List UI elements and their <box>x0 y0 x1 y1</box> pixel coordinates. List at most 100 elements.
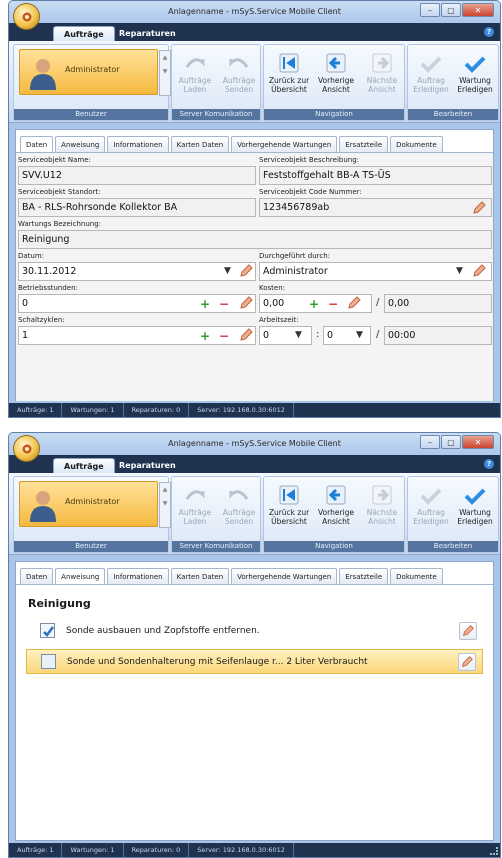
pencil-icon[interactable] <box>471 263 487 279</box>
download-icon <box>185 58 205 68</box>
field-arbeitszeit-minutes[interactable]: 0 <box>323 326 371 345</box>
zurueck-uebersicht-button[interactable]: Zurück zur Übersicht <box>266 49 312 99</box>
tab-daten[interactable]: Daten <box>20 136 54 153</box>
close-button[interactable]: ✕ <box>462 435 494 449</box>
user-selector[interactable]: Administrator ▲ ▼ <box>19 49 171 96</box>
minimize-button[interactable]: – <box>420 435 440 449</box>
status-bar: Aufträge: 1 Wartungen: 1 Reparaturen: 0 … <box>9 403 500 417</box>
app-menu-button[interactable] <box>13 435 40 462</box>
chevron-down-icon[interactable]: ▼ <box>224 266 231 276</box>
app-menu-button[interactable] <box>13 3 40 30</box>
auftrag-erledigen-button[interactable]: Auftrag Erledigen <box>410 49 452 99</box>
tab-vorhergehende-wartungen[interactable]: Vorhergehende Wartungen <box>231 568 338 585</box>
group-server: Aufträge Laden Aufträge Senden Server Komu… <box>171 44 261 121</box>
subtab-bar: Daten Anweisung Informationen Karten Dat… <box>20 136 445 153</box>
vorherige-ansicht-button[interactable]: Vorherige Ansicht <box>314 49 358 99</box>
checklist-item-selected[interactable]: Sonde und Sondenhalterung mit Seifenlaug… <box>26 649 483 674</box>
help-icon[interactable]: ? <box>484 459 494 469</box>
status-wartungen: Wartungen: 1 <box>62 843 124 857</box>
label-serviceobjekt-standort: Serviceobjekt Standort: <box>18 188 101 196</box>
pencil-icon <box>462 656 473 667</box>
field-serviceobjekt-code: 123456789ab <box>259 198 492 217</box>
status-auftraege: Aufträge: 1 <box>9 843 63 857</box>
check-icon <box>464 56 486 73</box>
checklist-heading: Reinigung <box>28 597 91 610</box>
naechste-ansicht-button[interactable]: Nächste Ansicht <box>360 49 404 99</box>
ribbon: Administrator ▲ ▼ Benutzer Aufträge Laden … <box>9 41 500 123</box>
wartung-erledigen-button[interactable]: Wartung Erledigen <box>454 49 496 99</box>
checkbox[interactable] <box>41 654 56 669</box>
plus-icon[interactable]: + <box>200 298 210 310</box>
zurueck-uebersicht-button[interactable]: Zurück zur Übersicht <box>266 481 312 531</box>
tab-anweisung[interactable]: Anweisung <box>55 568 106 585</box>
tab-informationen[interactable]: Informationen <box>107 568 169 585</box>
field-datum[interactable]: 30.11.2012 <box>18 262 256 281</box>
pencil-icon[interactable] <box>346 295 362 311</box>
plus-icon[interactable]: + <box>200 330 210 342</box>
tab-daten[interactable]: Daten <box>20 568 54 585</box>
status-bar: Aufträge: 1 Wartungen: 1 Reparaturen: 0 … <box>9 843 500 857</box>
label-betriebsstunden: Betriebsstunden: <box>18 284 78 292</box>
pencil-icon[interactable] <box>471 200 487 216</box>
user-selector[interactable]: Administrator ▲ ▼ <box>19 481 171 528</box>
auftraege-senden-button[interactable]: Aufträge Senden <box>218 481 260 531</box>
group-label-benutzer: Benutzer <box>14 109 168 120</box>
tab-dokumente[interactable]: Dokumente <box>390 136 443 153</box>
tab-auftraege[interactable]: Aufträge <box>53 26 115 41</box>
checkbox[interactable] <box>40 623 55 638</box>
tab-karten-daten[interactable]: Karten Daten <box>170 136 230 153</box>
back-to-start-icon <box>279 485 299 505</box>
auftraege-laden-button[interactable]: Aufträge Laden <box>174 49 216 99</box>
tab-anweisung[interactable]: Anweisung <box>55 136 106 153</box>
minus-icon[interactable]: − <box>219 330 229 342</box>
auftrag-erledigen-button[interactable]: Auftrag Erledigen <box>410 481 452 531</box>
minus-icon[interactable]: − <box>219 298 229 310</box>
wartung-erledigen-button[interactable]: Wartung Erledigen <box>454 481 496 531</box>
resize-grip[interactable] <box>490 847 498 855</box>
arrow-left-icon <box>326 485 346 505</box>
status-wartungen: Wartungen: 1 <box>62 403 124 417</box>
help-icon[interactable]: ? <box>484 27 494 37</box>
auftraege-laden-button[interactable]: Aufträge Laden <box>174 481 216 531</box>
user-scroll[interactable]: ▲ ▼ <box>159 50 171 96</box>
plus-icon[interactable]: + <box>309 298 319 310</box>
tab-reparaturen[interactable]: Reparaturen <box>109 26 186 41</box>
tab-vorhergehende-wartungen[interactable]: Vorhergehende Wartungen <box>231 136 338 153</box>
maximize-button[interactable]: ▢ <box>441 435 461 449</box>
vorherige-ansicht-button[interactable]: Vorherige Ansicht <box>314 481 358 531</box>
chevron-down-icon[interactable]: ▼ <box>456 266 463 276</box>
tab-informationen[interactable]: Informationen <box>107 136 169 153</box>
edit-button[interactable] <box>458 653 476 671</box>
tab-reparaturen[interactable]: Reparaturen <box>109 458 186 473</box>
user-name: Administrator <box>65 497 120 506</box>
field-arbeitszeit-hours[interactable]: 0 <box>259 326 312 345</box>
pencil-icon[interactable] <box>238 263 254 279</box>
pencil-icon[interactable] <box>238 295 254 311</box>
back-to-start-icon <box>279 53 299 73</box>
user-scroll[interactable]: ▲ ▼ <box>159 482 171 528</box>
field-serviceobjekt-name: SVV.U12 <box>18 166 256 185</box>
checklist-item[interactable]: Sonde ausbauen und Zopfstoffe entfernen. <box>26 619 483 644</box>
arrow-left-icon <box>326 53 346 73</box>
naechste-ansicht-button[interactable]: Nächste Ansicht <box>360 481 404 531</box>
tab-ersatzteile[interactable]: Ersatzteile <box>339 136 389 153</box>
tab-auftraege[interactable]: Aufträge <box>53 458 115 473</box>
daten-form: Serviceobjekt Name: SVV.U12 Serviceobjek… <box>16 152 493 401</box>
chevron-down-icon[interactable]: ▼ <box>356 330 363 340</box>
group-server: Aufträge Laden Aufträge Senden Server Komu… <box>171 476 261 553</box>
minimize-button[interactable]: – <box>420 3 440 17</box>
minus-icon[interactable]: − <box>328 298 338 310</box>
pencil-icon[interactable] <box>238 327 254 343</box>
ribbon: Administrator ▲ ▼ Benutzer Aufträge Laden … <box>9 473 500 555</box>
edit-button[interactable] <box>459 622 477 640</box>
group-bearbeiten: Auftrag Erledigen Wartung Erledigen Bearbe… <box>407 44 499 121</box>
group-label-bearbeiten: Bearbeiten <box>408 109 498 120</box>
tab-ersatzteile[interactable]: Ersatzteile <box>339 568 389 585</box>
tab-dokumente[interactable]: Dokumente <box>390 568 443 585</box>
auftraege-senden-button[interactable]: Aufträge Senden <box>218 49 260 99</box>
close-button[interactable]: ✕ <box>462 3 494 17</box>
tab-karten-daten[interactable]: Karten Daten <box>170 568 230 585</box>
field-wartungs-bezeichnung: Reinigung <box>18 230 492 249</box>
maximize-button[interactable]: ▢ <box>441 3 461 17</box>
chevron-down-icon[interactable]: ▼ <box>295 330 302 340</box>
